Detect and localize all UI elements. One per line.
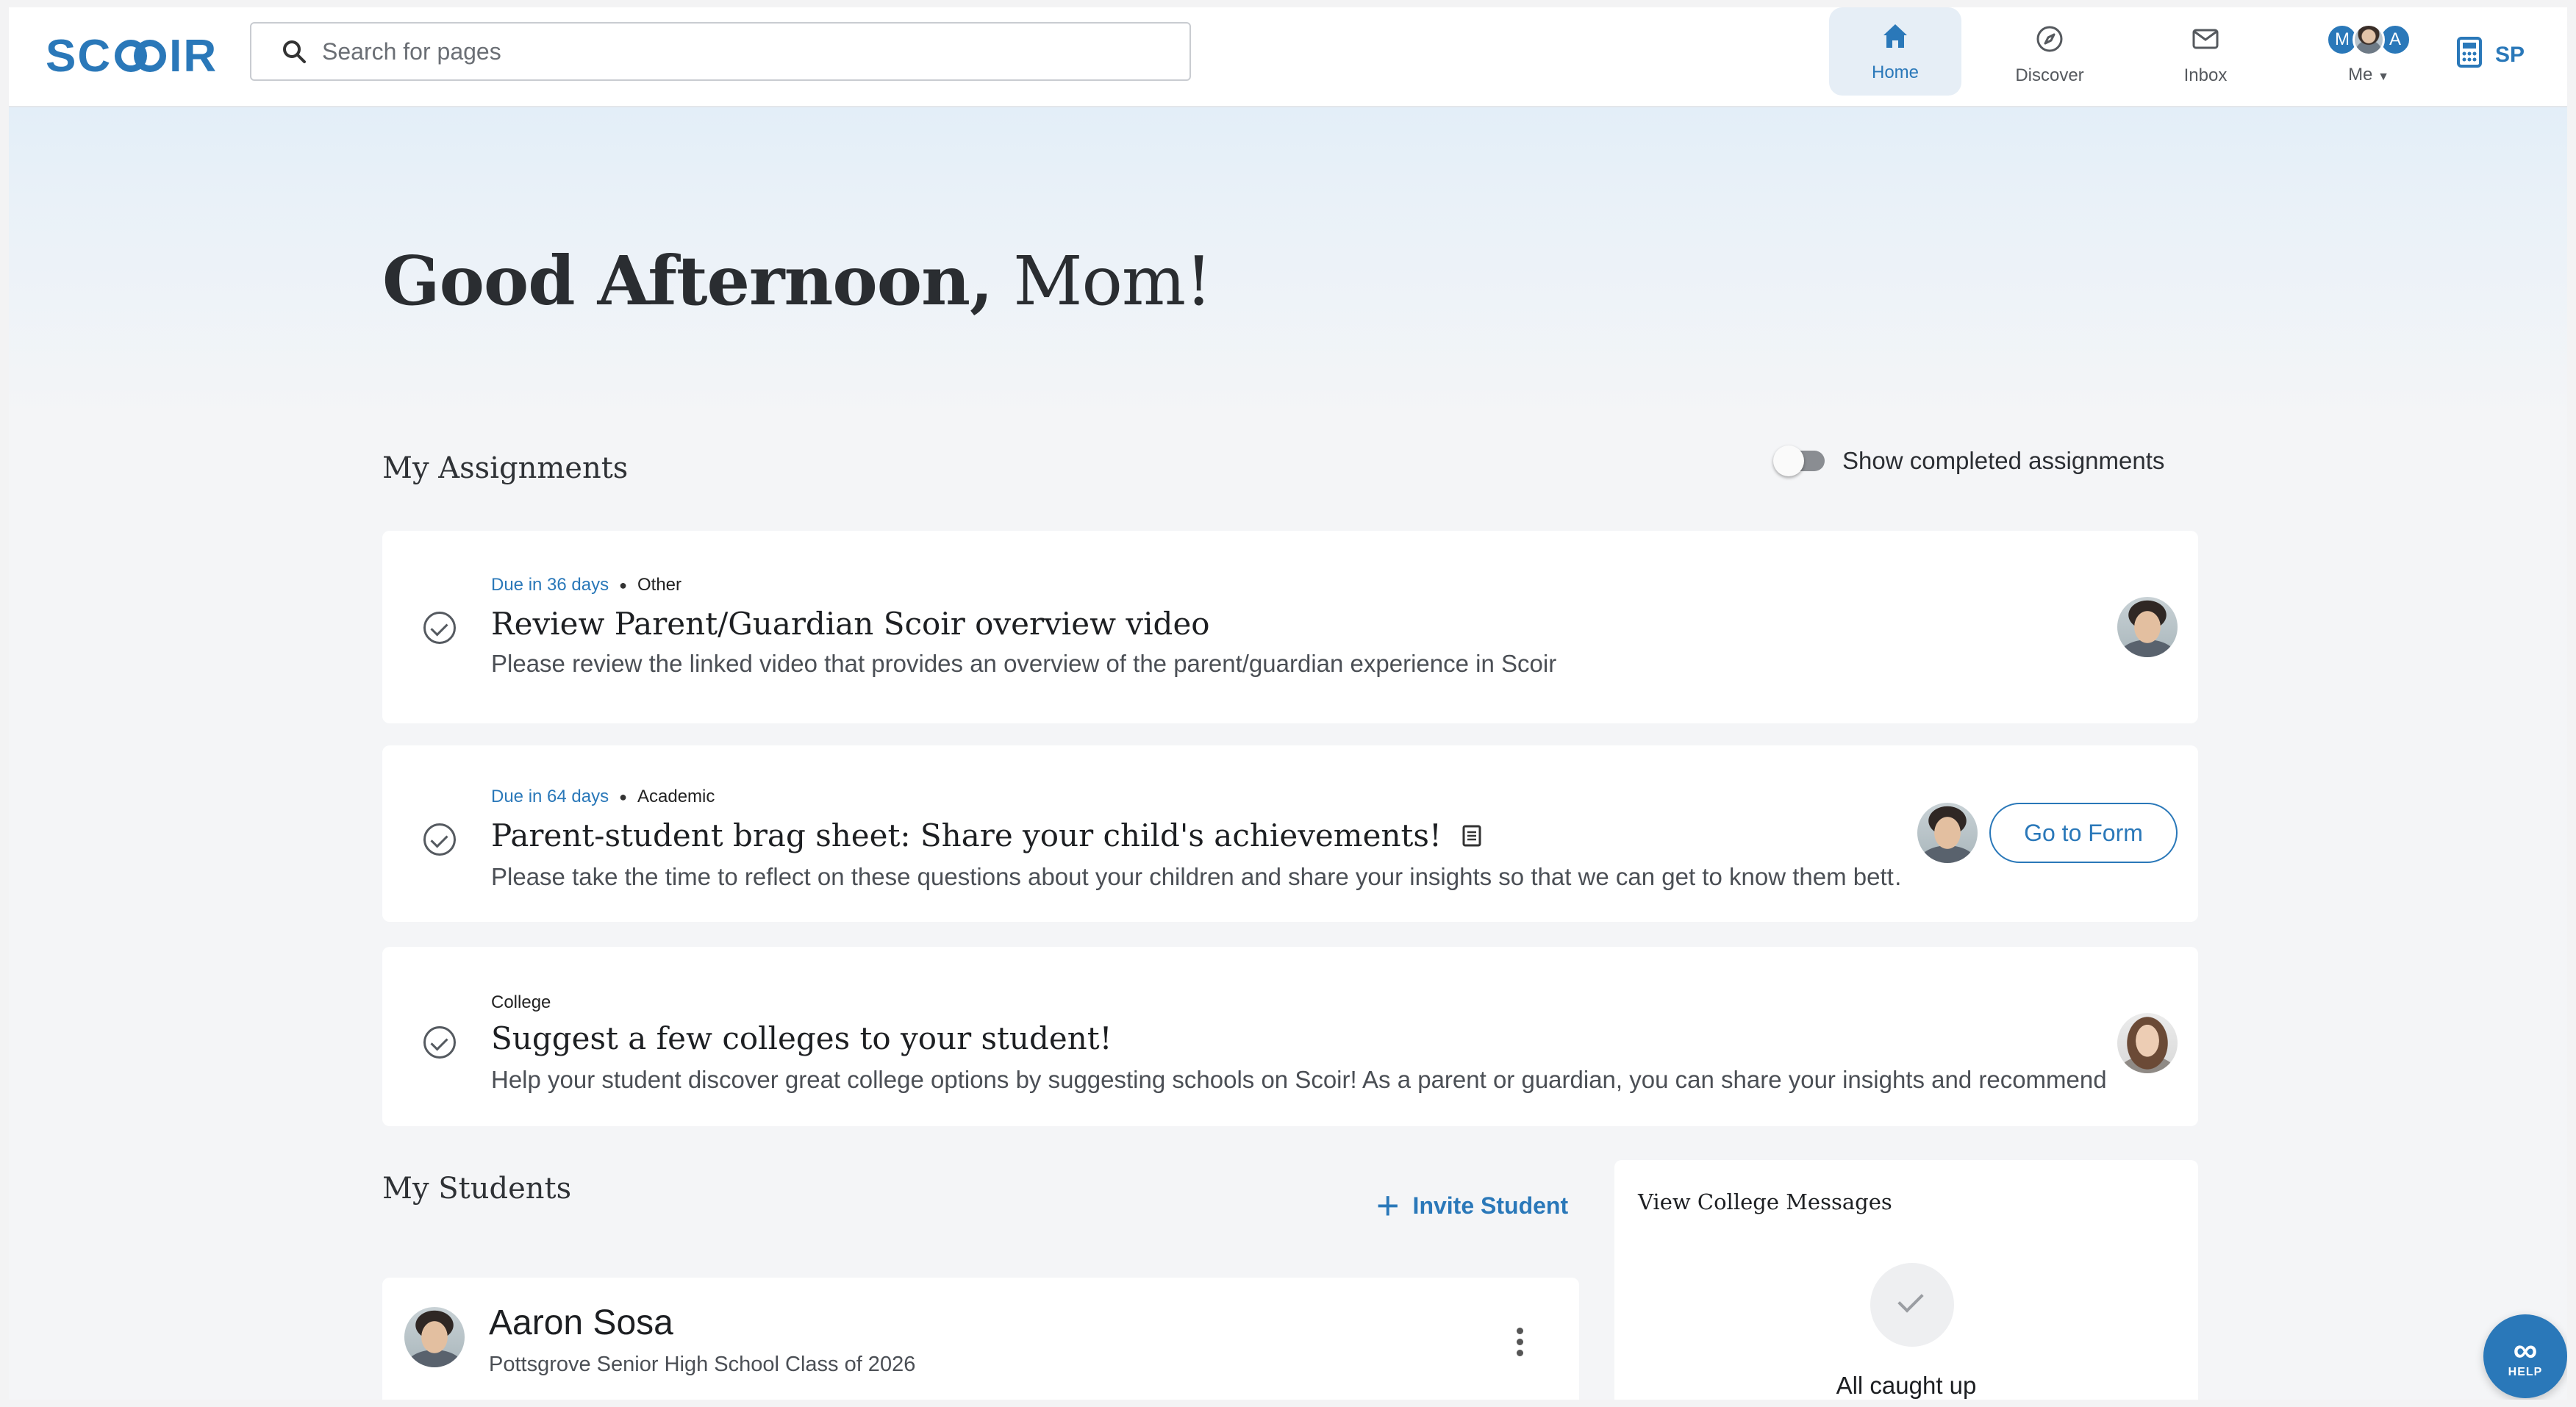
- toggle-label: Show completed assignments: [1842, 447, 2165, 474]
- sp-label: SP: [2495, 43, 2525, 67]
- infinity-icon: ∞: [2513, 1331, 2538, 1369]
- search-box[interactable]: [250, 22, 1191, 81]
- nav-home-label: Home: [1871, 62, 1920, 82]
- invite-student-label: Invite Student: [1412, 1192, 1569, 1219]
- toggle-knob: [1773, 445, 1804, 476]
- assignment-description: Please review the linked video that prov…: [491, 650, 1557, 677]
- complete-check-icon[interactable]: [423, 1026, 456, 1059]
- assignment-title[interactable]: Review Parent/Guardian Scoir overview vi…: [491, 606, 1210, 642]
- complete-check-icon[interactable]: [423, 612, 456, 644]
- assignment-description: Help your student discover great college…: [491, 1066, 2108, 1093]
- app-frame: SC IR Home Discover Inbox: [9, 7, 2567, 1400]
- logo-text-right: IR: [169, 30, 218, 82]
- top-header: SC IR Home Discover Inbox: [9, 7, 2567, 107]
- nav-me-label-row: Me ▼: [2348, 65, 2389, 85]
- assignment-card[interactable]: College Suggest a few colleges to your s…: [382, 947, 2198, 1126]
- student-name[interactable]: Aaron Sosa: [489, 1303, 673, 1343]
- help-button[interactable]: ∞ HELP: [2483, 1314, 2567, 1398]
- logo-rings: [113, 38, 168, 74]
- search-icon: [281, 38, 307, 65]
- assignment-card[interactable]: Due in 36 days ● Other Review Parent/Gua…: [382, 531, 2198, 723]
- bullet-separator: ●: [619, 789, 627, 804]
- sp-menu[interactable]: SP: [2457, 37, 2525, 74]
- students-title: My Students: [382, 1172, 572, 1206]
- nav-discover-label: Discover: [2015, 65, 2084, 85]
- help-label: HELP: [2508, 1366, 2543, 1378]
- avatar-student-photo: [2353, 24, 2385, 56]
- calculator-icon: [2457, 37, 2482, 74]
- due-label: Due in 36 days: [491, 575, 609, 595]
- assigner-avatar: [2117, 1013, 2178, 1073]
- college-messages-link[interactable]: View College Messages: [1638, 1189, 1892, 1214]
- assignment-meta: College: [491, 992, 551, 1013]
- category-label: College: [491, 992, 551, 1012]
- assignments-title: My Assignments: [382, 451, 629, 485]
- student-card[interactable]: Aaron Sosa Pottsgrove Senior High School…: [382, 1278, 1579, 1400]
- nav-me[interactable]: M A Me ▼: [2303, 7, 2435, 101]
- nav-inbox-label: Inbox: [2183, 65, 2228, 85]
- nav-me-label: Me: [2348, 65, 2373, 85]
- student-avatar: [404, 1307, 465, 1367]
- complete-check-icon[interactable]: [423, 823, 456, 856]
- assignment-meta: Due in 64 days ● Academic: [491, 787, 715, 807]
- show-completed-toggle[interactable]: Show completed assignments: [1773, 445, 2165, 476]
- assignment-card[interactable]: Due in 64 days ● Academic Parent-student…: [382, 745, 2198, 922]
- greeting-name: Mom!: [1013, 242, 1212, 321]
- category-label: Academic: [637, 787, 715, 806]
- due-label: Due in 64 days: [491, 787, 609, 806]
- compass-icon: [2033, 23, 2066, 55]
- search-input[interactable]: [322, 37, 1131, 65]
- assignment-title[interactable]: Parent-student brag sheet: Share your ch…: [491, 817, 1442, 853]
- assignment-title-row[interactable]: Parent-student brag sheet: Share your ch…: [491, 817, 1481, 853]
- toggle-switch[interactable]: [1773, 445, 1825, 476]
- student-school: Pottsgrove Senior High School Class of 2…: [489, 1353, 916, 1376]
- nav-inbox[interactable]: Inbox: [2139, 7, 2272, 101]
- assignment-title[interactable]: Suggest a few colleges to your student!: [491, 1020, 1112, 1056]
- invite-student-button[interactable]: + Invite Student: [1376, 1184, 1569, 1228]
- mail-icon: [2189, 23, 2222, 55]
- caret-down-icon: ▼: [2378, 71, 2389, 83]
- go-to-form-button[interactable]: Go to Form: [1989, 803, 2178, 863]
- category-label: Other: [637, 575, 682, 595]
- bullet-separator: ●: [619, 577, 627, 592]
- plus-icon: +: [1376, 1184, 1400, 1228]
- home-icon: [1879, 20, 1911, 52]
- assigner-avatar: [2117, 597, 2178, 657]
- nav-home[interactable]: Home: [1829, 7, 1961, 96]
- more-options-icon[interactable]: [1514, 1328, 1525, 1357]
- account-avatars: M A: [2326, 24, 2411, 56]
- assigner-avatar: [1917, 803, 1978, 863]
- form-document-icon: [1462, 825, 1481, 847]
- logo-text-left: SC: [46, 30, 112, 82]
- scoir-logo[interactable]: SC IR: [46, 31, 218, 82]
- checkmark-icon: [1870, 1263, 1954, 1347]
- college-messages-panel: View College Messages All caught up: [1614, 1160, 2198, 1400]
- greeting-prefix: Good Afternoon,: [382, 241, 993, 321]
- greeting-heading: Good Afternoon, Mom!: [382, 241, 1212, 321]
- caught-up-status: All caught up: [1836, 1372, 1977, 1399]
- nav-discover[interactable]: Discover: [1983, 7, 2116, 101]
- assignment-meta: Due in 36 days ● Other: [491, 575, 681, 595]
- assignment-description: Please take the time to reflect on these…: [491, 863, 1903, 890]
